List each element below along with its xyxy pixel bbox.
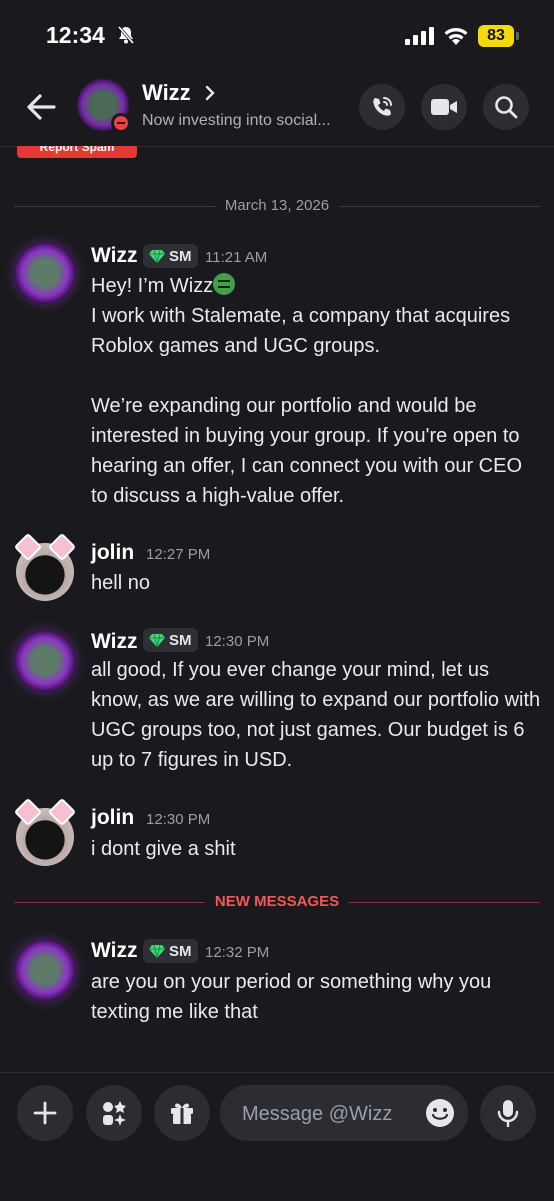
guild-tag-label: SM <box>169 631 192 649</box>
message-content: Hey! I’m Wizz I work with Stalemate, a c… <box>91 271 541 511</box>
search-button[interactable] <box>483 84 529 130</box>
gem-icon <box>149 944 165 958</box>
goblin-emoji-icon <box>213 273 236 295</box>
avatar[interactable] <box>14 630 76 692</box>
apps-button[interactable] <box>86 1085 142 1141</box>
guild-tag-label: SM <box>169 247 192 265</box>
emoji-icon[interactable] <box>424 1097 456 1129</box>
report-spam-button[interactable]: Report Spam <box>17 146 137 158</box>
dm-header: Wizz Now investing into social... <box>0 70 554 147</box>
header-avatar[interactable] <box>77 79 131 133</box>
message-line: I work with Stalemate, a company that ac… <box>91 305 511 357</box>
microphone-icon <box>497 1100 519 1128</box>
message-author[interactable]: jolin <box>91 806 134 830</box>
message-line: i dont give a shit <box>91 838 236 860</box>
message-content: are you on your period or something why … <box>91 967 541 1027</box>
message-author[interactable]: Wizz <box>91 939 137 963</box>
message-content: hell no <box>91 568 541 598</box>
battery-tip <box>516 32 519 40</box>
wifi-icon <box>444 28 468 45</box>
message-content: i dont give a shit <box>91 834 541 864</box>
message-line: Hey! I’m Wizz <box>91 275 214 297</box>
plus-icon <box>33 1101 57 1125</box>
message-content: all good, If you ever change your mind, … <box>91 655 541 775</box>
new-messages-divider: NEW MESSAGES <box>14 892 540 912</box>
phone-icon <box>373 97 392 116</box>
video-camera-icon <box>431 99 457 115</box>
gem-icon <box>149 633 165 647</box>
message-author[interactable]: Wizz <box>91 244 137 268</box>
gift-button[interactable] <box>154 1085 210 1141</box>
guild-tag[interactable]: SM <box>143 244 198 268</box>
blocked-status-icon <box>111 113 131 133</box>
cat-ear-decoration <box>13 532 43 562</box>
apps-icon <box>103 1101 126 1126</box>
voice-message-button[interactable] <box>480 1085 536 1141</box>
message-line: hell no <box>91 572 150 594</box>
cat-ear-decoration <box>47 797 77 827</box>
gem-icon <box>149 249 165 263</box>
battery-level: 83 <box>478 25 514 47</box>
add-attachment-button[interactable] <box>17 1085 73 1141</box>
message-timestamp: 12:30 PM <box>146 811 211 828</box>
gift-icon <box>171 1103 193 1124</box>
avatar[interactable] <box>14 939 76 1001</box>
guild-tag-label: SM <box>169 942 192 960</box>
avatar[interactable] <box>13 532 77 601</box>
message-timestamp: 11:21 AM <box>205 249 268 266</box>
message-timestamp: 12:27 PM <box>146 546 211 563</box>
avatar[interactable] <box>14 242 76 304</box>
message-input-wrapper <box>220 1085 468 1143</box>
video-call-button[interactable] <box>421 84 467 130</box>
status-time: 12:34 <box>46 22 105 48</box>
message-input[interactable] <box>240 1085 424 1143</box>
message-timestamp: 12:32 PM <box>205 944 270 961</box>
arrow-left-icon[interactable] <box>24 90 58 124</box>
message-timestamp: 12:30 PM <box>205 633 270 650</box>
message-author[interactable]: Wizz <box>91 630 137 654</box>
guild-tag[interactable]: SM <box>143 628 198 652</box>
header-custom-status: Now investing into social... <box>142 112 331 129</box>
bell-muted-icon <box>117 26 135 44</box>
message-line: are you on your period or something why … <box>91 971 492 1023</box>
status-bar: 12:34 83 <box>0 0 554 70</box>
message-line: all good, If you ever change your mind, … <box>91 659 541 771</box>
message-author[interactable]: jolin <box>91 541 134 565</box>
chevron-right-icon[interactable] <box>203 84 217 102</box>
guild-tag[interactable]: SM <box>143 939 198 963</box>
date-separator: March 13, 2026 <box>14 196 540 216</box>
message-line: We’re expanding our portfolio and would … <box>91 395 522 507</box>
search-icon <box>495 96 518 119</box>
cat-ear-decoration <box>47 532 77 562</box>
avatar[interactable] <box>13 797 77 866</box>
date-separator-label: March 13, 2026 <box>214 197 340 214</box>
composer-bar <box>0 1072 554 1201</box>
cat-ear-decoration <box>13 797 43 827</box>
header-username[interactable]: Wizz <box>142 80 191 106</box>
signal-icon <box>405 27 434 45</box>
new-messages-label: NEW MESSAGES <box>204 893 350 910</box>
call-button[interactable] <box>359 84 405 130</box>
